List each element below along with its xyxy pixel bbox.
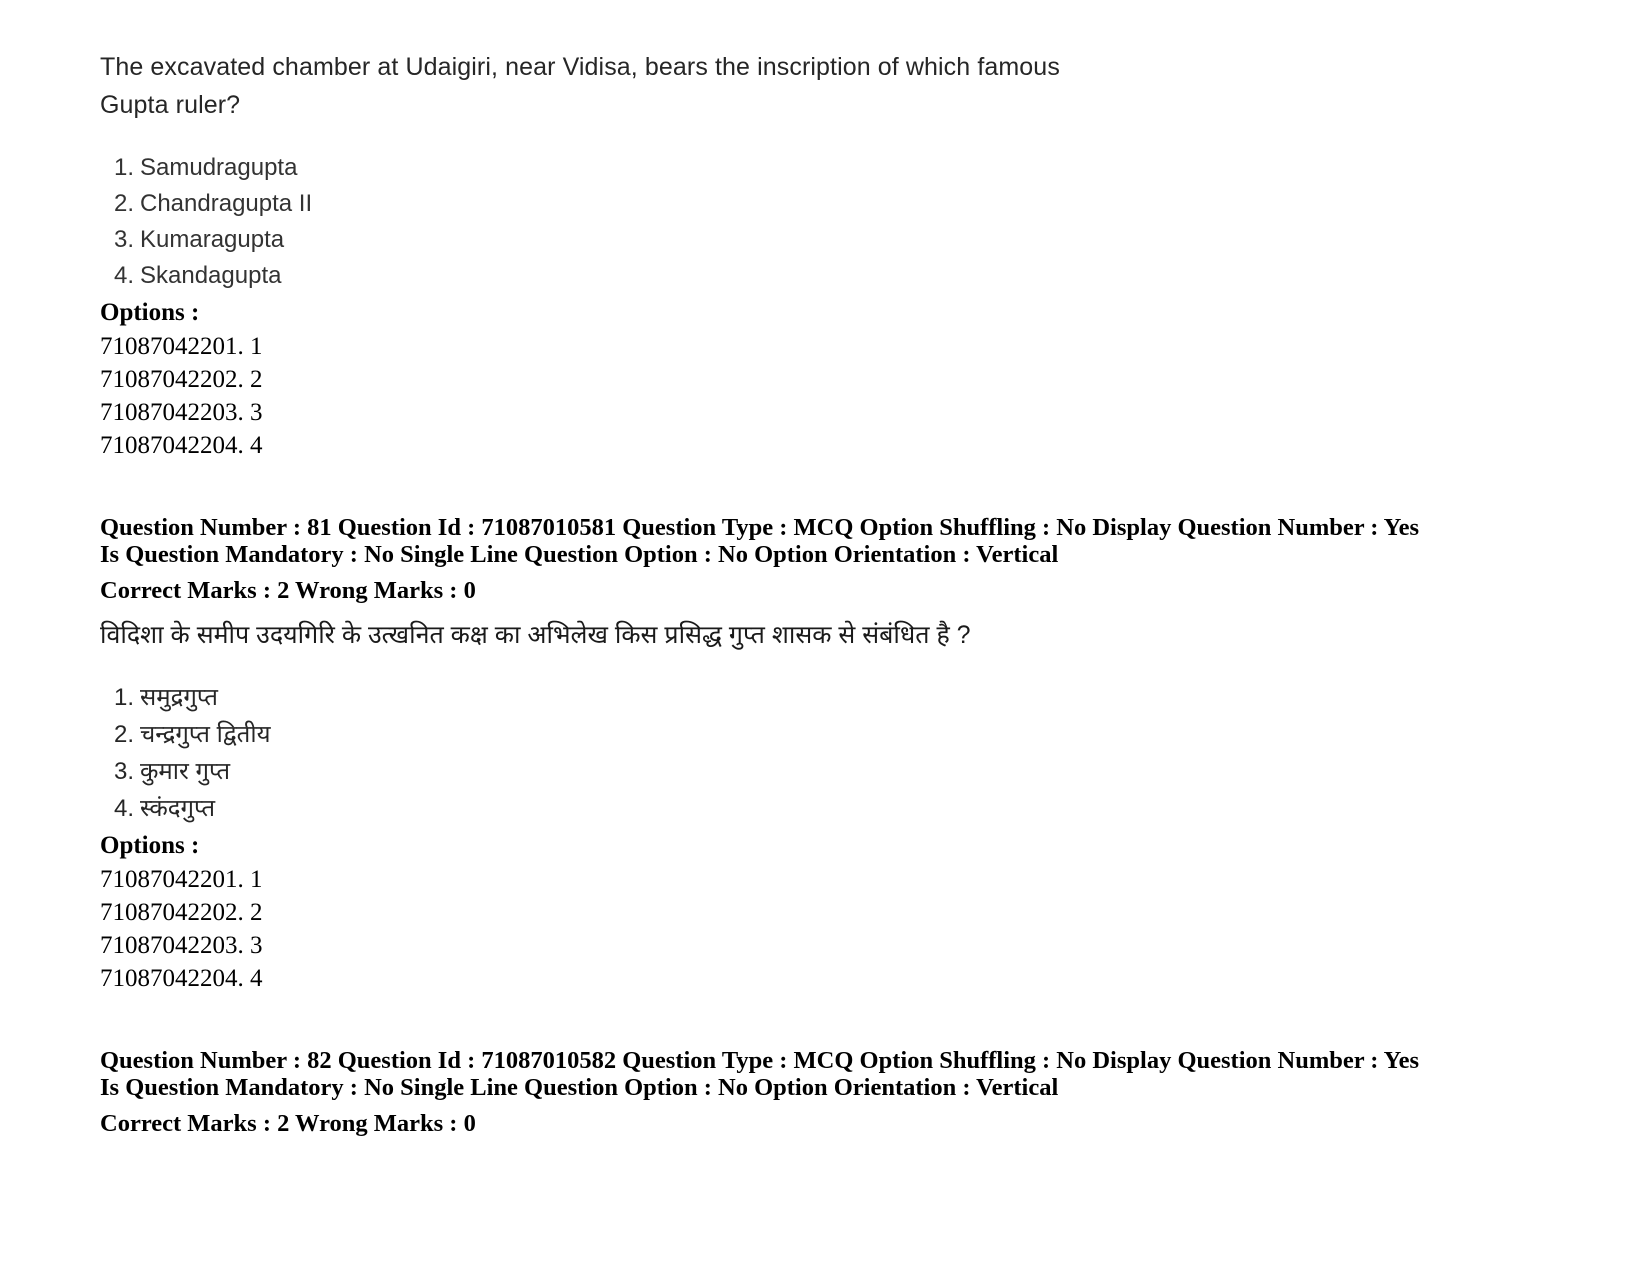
exam-question-page: The excavated chamber at Udaigiri, near … (0, 0, 1650, 1275)
question-meta-82: Question Number : 82 Question Id : 71087… (100, 1047, 1430, 1101)
option-code-row: 71087042201. 1 (100, 866, 263, 893)
option-list-english: 1. Samudragupta 2. Chandragupta II 3. Kumar… (100, 150, 1550, 294)
option-item[interactable]: 3. कुमार गुप्त (100, 753, 1550, 790)
option-number: 1. (114, 154, 135, 181)
option-label: स्कंदगुप्त (140, 795, 216, 822)
question-meta-line: Question Number : 81 Question Id : 71087… (100, 514, 1420, 568)
option-number: 2. (114, 721, 135, 748)
option-label: Samudragupta (140, 154, 298, 181)
option-code-row: 71087042201. 1 (100, 333, 263, 360)
option-label: चन्द्रगुप्त द्वितीय (140, 721, 271, 748)
option-label: समुद्रगुप्त (140, 684, 218, 711)
question-meta-81: Question Number : 81 Question Id : 71087… (100, 514, 1430, 568)
question-meta-line: Question Number : 82 Question Id : 71087… (100, 1047, 1420, 1101)
option-label: Skandagupta (140, 262, 282, 289)
option-list-hindi: 1. समुद्रगुप्त 2. चन्द्रगुप्त द्वितीय 3. कु… (100, 679, 1550, 827)
option-number: 2. (114, 190, 135, 217)
question-text-hindi: विदिशा के समीप उदयगिरि के उत्खनित कक्ष क… (100, 621, 971, 649)
option-number: 4. (114, 795, 135, 822)
option-code-row: 71087042204. 4 (100, 432, 263, 459)
question-text-english: The excavated chamber at Udaigiri, near … (100, 53, 1060, 119)
options-heading-english: Options : (100, 299, 200, 326)
option-label: कुमार गुप्त (140, 758, 231, 785)
option-code-list-hindi: 71087042201. 1 71087042202. 2 7108704220… (100, 863, 1550, 995)
option-item[interactable]: 1. Samudragupta (100, 150, 1550, 186)
option-number: 4. (114, 262, 135, 289)
option-number: 1. (114, 684, 135, 711)
option-number: 3. (114, 758, 135, 785)
option-item[interactable]: 1. समुद्रगुप्त (100, 679, 1550, 716)
option-label: Chandragupta II (140, 190, 313, 217)
options-heading-hindi: Options : (100, 832, 200, 859)
option-code-row: 71087042203. 3 (100, 932, 263, 959)
option-item[interactable]: 4. Skandagupta (100, 258, 1550, 294)
option-code-row: 71087042202. 2 (100, 366, 263, 393)
option-code-row: 71087042203. 3 (100, 399, 263, 426)
option-item[interactable]: 2. Chandragupta II (100, 186, 1550, 222)
option-item[interactable]: 4. स्कंदगुप्त (100, 790, 1550, 827)
question-marks-82: Correct Marks : 2 Wrong Marks : 0 (100, 1110, 476, 1137)
option-code-row: 71087042202. 2 (100, 899, 263, 926)
option-item[interactable]: 2. चन्द्रगुप्त द्वितीय (100, 716, 1550, 753)
question-marks-81: Correct Marks : 2 Wrong Marks : 0 (100, 577, 476, 604)
option-item[interactable]: 3. Kumaragupta (100, 222, 1550, 258)
option-label: Kumaragupta (140, 226, 285, 253)
option-code-list-english: 71087042201. 1 71087042202. 2 7108704220… (100, 330, 1550, 462)
option-code-row: 71087042204. 4 (100, 965, 263, 992)
option-number: 3. (114, 226, 135, 253)
